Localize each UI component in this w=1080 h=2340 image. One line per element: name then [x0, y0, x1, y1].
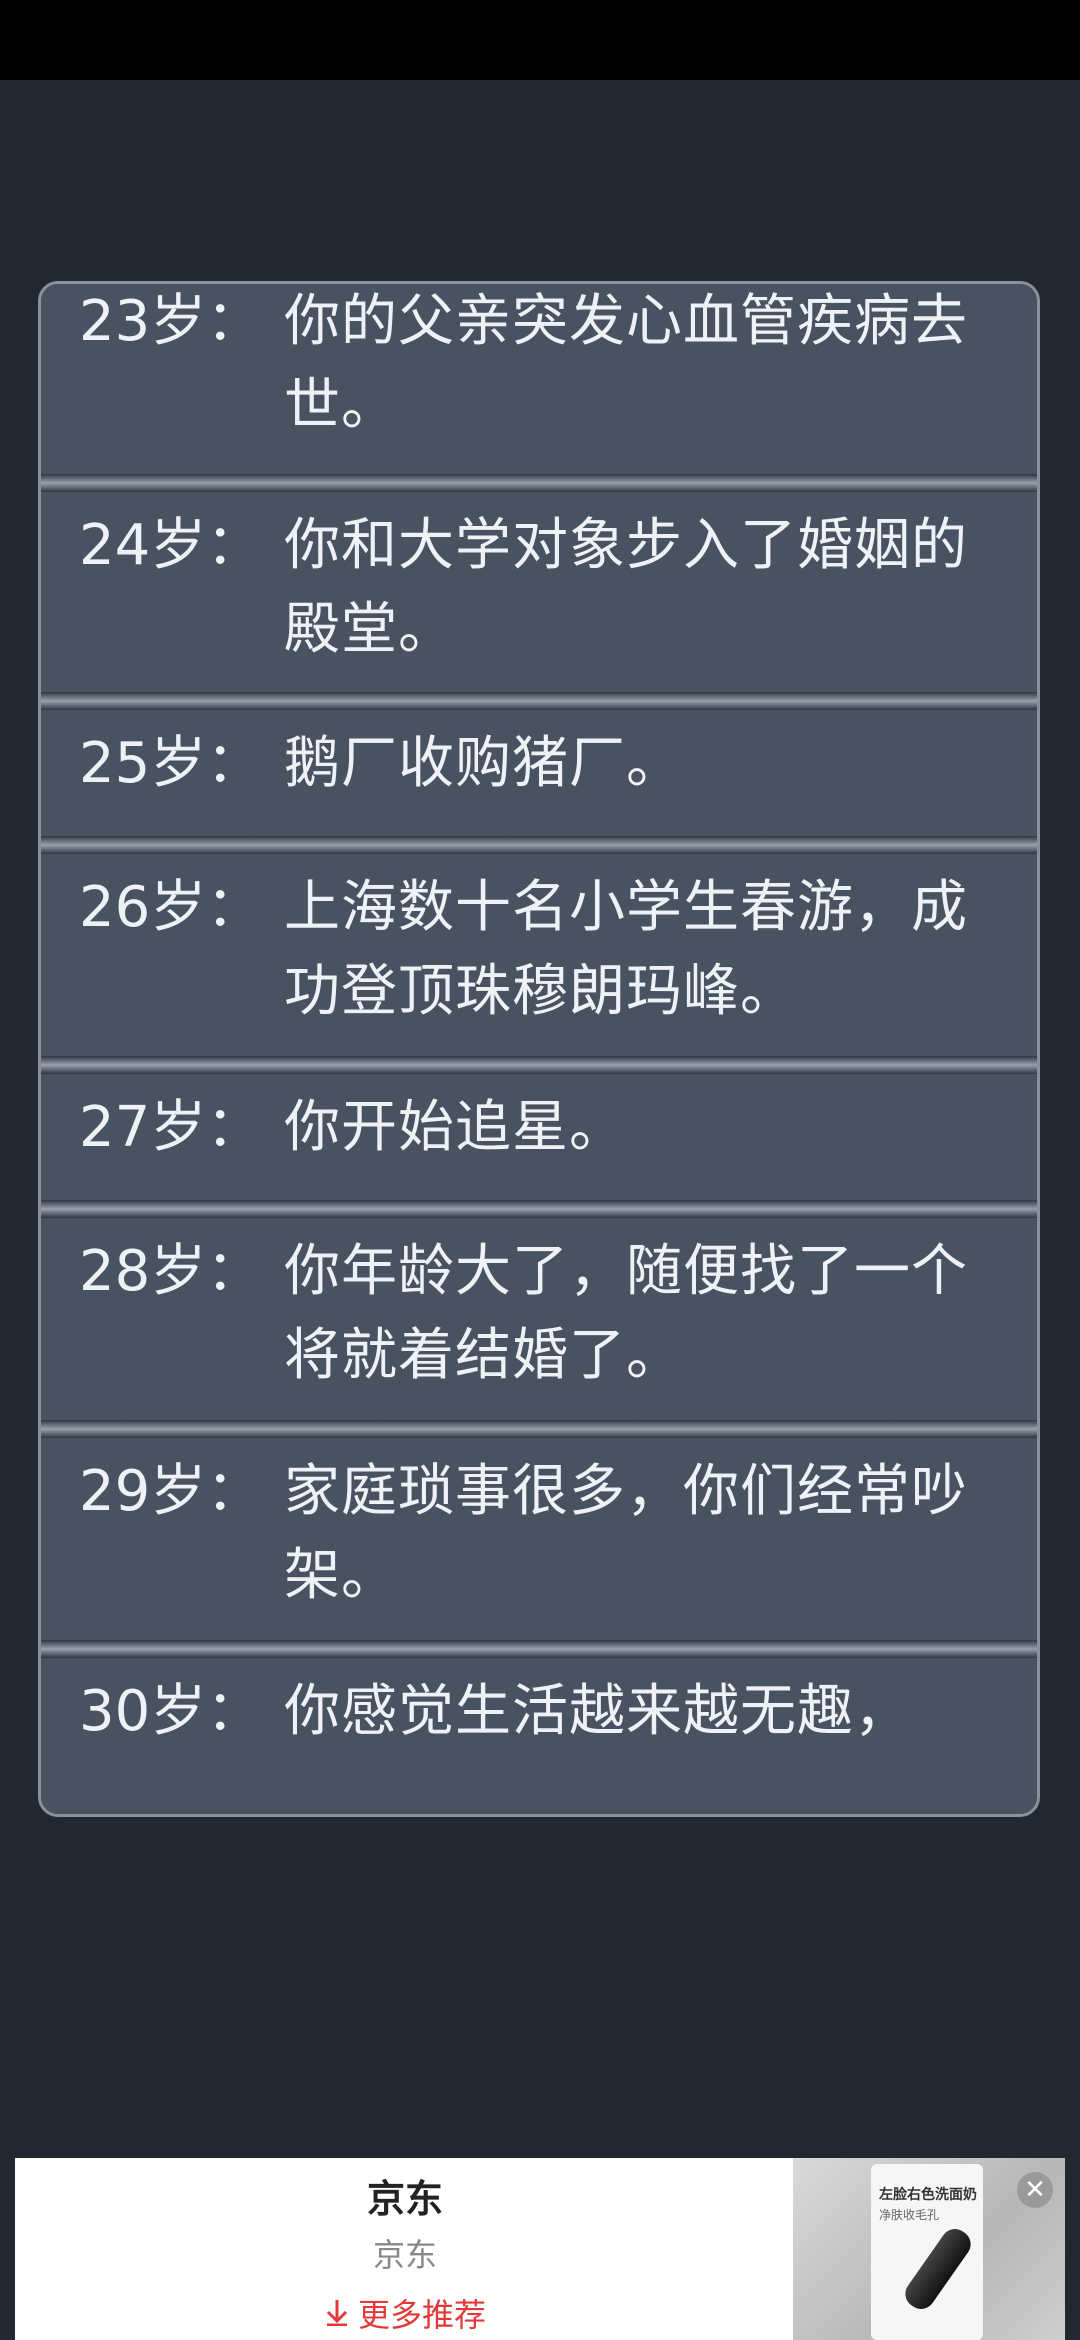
ad-banner[interactable]: 京东 京东 更多推荐 左脸右色洗面奶 净肤收毛孔 ✕: [15, 2158, 1065, 2340]
ad-product-image: 左脸右色洗面奶 净肤收毛孔: [871, 2164, 983, 2340]
event-age: 26岁：: [79, 875, 263, 940]
ad-subtitle: 京东: [372, 2236, 437, 2274]
event-text: 上海数十名小学生春游，成功登顶珠穆朗玛峰。: [284, 875, 968, 1024]
ad-more-link[interactable]: 更多推荐: [15, 2290, 795, 2336]
event-separator: [41, 1056, 1037, 1074]
event-card: 30岁： 你感觉生活越来越无趣，: [41, 1658, 1037, 1814]
event-age: 29岁：: [79, 1459, 263, 1524]
event-age: 27岁：: [79, 1095, 263, 1160]
event-age: 30岁：: [79, 1679, 263, 1744]
event-card: 28岁： 你年龄大了，随便找了一个将就着结婚了。: [41, 1218, 1037, 1420]
event-text: 你的父亲突发心血管疾病去世。: [284, 289, 968, 438]
life-events-panel[interactable]: 23岁： 你的父亲突发心血管疾病去世。 24岁： 你和大学对象步入了婚姻的殿堂。…: [38, 281, 1040, 1817]
event-card: 24岁： 你和大学对象步入了婚姻的殿堂。: [41, 492, 1037, 692]
event-separator: [41, 1640, 1037, 1658]
event-text: 你年龄大了，随便找了一个将就着结婚了。: [284, 1239, 968, 1388]
ad-product-text: 左脸右色洗面奶: [879, 2187, 977, 2203]
ad-title[interactable]: 京东: [15, 2168, 795, 2223]
event-card: 27岁： 你开始追星。: [41, 1074, 1037, 1200]
event-separator: [41, 1420, 1037, 1438]
event-card: 25岁： 鹅厂收购猪厂。: [41, 710, 1037, 836]
event-text: 你和大学对象步入了婚姻的殿堂。: [284, 513, 968, 662]
event-card: 23岁： 你的父亲突发心血管疾病去世。: [41, 284, 1037, 474]
event-text: 家庭琐事很多，你们经常吵架。: [284, 1459, 968, 1608]
event-text: 鹅厂收购猪厂。: [284, 731, 683, 796]
ad-bottle-graphic: [899, 2223, 977, 2315]
event-text: 你感觉生活越来越无趣，: [284, 1679, 911, 1744]
ad-image[interactable]: 左脸右色洗面奶 净肤收毛孔 ✕: [793, 2158, 1065, 2340]
event-separator: [41, 836, 1037, 854]
status-bar: [0, 0, 1080, 80]
event-separator: [41, 1200, 1037, 1218]
event-separator: [41, 474, 1037, 492]
event-separator: [41, 692, 1037, 710]
event-card: 29岁： 家庭琐事很多，你们经常吵架。: [41, 1438, 1037, 1640]
ad-more-label: 更多推荐: [357, 2296, 486, 2334]
ad-product-subtext: 净肤收毛孔: [879, 2208, 940, 2222]
event-age: 24岁：: [79, 513, 263, 578]
download-arrow-icon: [324, 2296, 350, 2334]
close-icon[interactable]: ✕: [1017, 2172, 1053, 2208]
event-card: 26岁： 上海数十名小学生春游，成功登顶珠穆朗玛峰。: [41, 854, 1037, 1056]
event-age: 28岁：: [79, 1239, 263, 1304]
event-age: 25岁：: [79, 731, 263, 796]
event-age: 23岁：: [79, 289, 263, 354]
event-text: 你开始追星。: [284, 1095, 626, 1160]
